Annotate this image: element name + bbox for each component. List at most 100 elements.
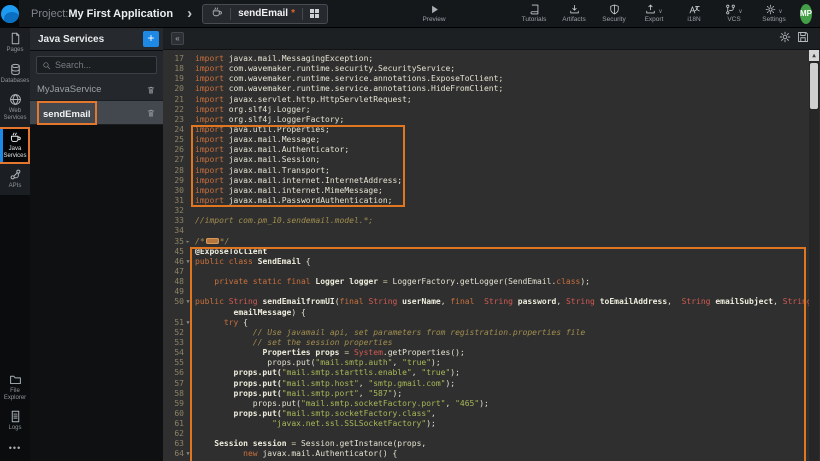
code-line[interactable]: 48 private static final Logger logger = … (163, 277, 808, 287)
code-line[interactable]: 25import javax.mail.Message; (163, 135, 808, 145)
grid-icon[interactable] (310, 9, 319, 18)
code-line[interactable]: 46▼public class SendEmail { (163, 257, 808, 267)
code-line[interactable]: 55 props.put("mail.smtp.auth", "true"); (163, 358, 808, 368)
code-line[interactable]: 52 // Use javamail api, set parameters f… (163, 328, 808, 338)
search-box[interactable] (36, 56, 157, 74)
sidebar-item-web-services[interactable]: Web Services (0, 89, 30, 126)
code-text: props.put("mail.smtp.host", "smtp.gmail.… (192, 379, 455, 389)
code-line[interactable]: 22import org.slf4j.Logger; (163, 105, 808, 115)
artifacts-button[interactable]: Artifacts (554, 0, 594, 28)
export-button[interactable]: ∨Export (634, 0, 674, 28)
service-item-sendemail[interactable]: sendEmail (30, 101, 163, 125)
preview-button[interactable]: Preview (414, 0, 454, 28)
editor-toolbar: « (163, 28, 820, 50)
code-line[interactable]: 26import javax.mail.Authenticator; (163, 145, 808, 155)
code-line[interactable]: 23import org.slf4j.LoggerFactory; (163, 115, 808, 125)
sidebar-item-apis[interactable]: APIs (0, 164, 30, 195)
sidebar-item-logs[interactable]: Logs (0, 406, 30, 437)
code-area[interactable]: 17import javax.mail.MessagingException;1… (163, 50, 820, 461)
fold-marker-icon[interactable]: ▼ (184, 449, 192, 459)
service-item-myjavaservice[interactable]: MyJavaService (30, 79, 163, 101)
fold-gutter (184, 348, 192, 358)
fold-marker-icon[interactable]: ► (184, 237, 192, 247)
code-line[interactable]: 60 props.put("mail.smtp.socketFactory.cl… (163, 409, 808, 419)
code-line[interactable]: 54 Properties props = System.getProperti… (163, 348, 808, 358)
code-text: props.put("mail.smtp.socketFactory.port"… (192, 399, 489, 409)
sidebar-item-java-services[interactable]: Java Services (0, 127, 30, 164)
sidebar-item-databases[interactable]: Databases (0, 59, 30, 90)
code-line[interactable]: 56 props.put("mail.smtp.starttls.enable"… (163, 368, 808, 378)
editor-settings-button[interactable] (776, 30, 794, 48)
app-logo[interactable] (0, 0, 19, 28)
code-text: import org.slf4j.Logger; (192, 105, 311, 115)
fold-gutter (184, 176, 192, 186)
wavemaker-logo-icon (1, 5, 19, 23)
code-line[interactable]: 62 (163, 429, 808, 439)
save-button[interactable] (794, 30, 812, 48)
line-number: 26 (163, 145, 184, 155)
security-button[interactable]: Security (594, 0, 634, 28)
scroll-up-arrow[interactable]: ▲ (809, 50, 819, 61)
folded-code-badge[interactable] (206, 238, 219, 244)
code-line[interactable]: 59 props.put("mail.smtp.socketFactory.po… (163, 399, 808, 409)
trash-icon[interactable] (146, 108, 156, 118)
tab-sendemail[interactable]: sendEmail * (202, 4, 328, 24)
sidebar-item-pages[interactable]: Pages (0, 28, 30, 59)
code-line[interactable]: 31import javax.mail.PasswordAuthenticati… (163, 196, 808, 206)
user-avatar[interactable]: MP (800, 4, 812, 24)
fold-marker-icon[interactable]: ▼ (184, 297, 192, 307)
code-line[interactable]: emailMessage) { (163, 308, 808, 318)
code-line[interactable]: 18import com.wavemaker.runtime.security.… (163, 64, 808, 74)
tutorials-button[interactable]: Tutorials (514, 0, 554, 28)
code-line[interactable]: 34 (163, 226, 808, 236)
fold-marker-icon[interactable]: ▼ (184, 318, 192, 328)
book-icon (529, 4, 540, 15)
add-service-button[interactable]: + (143, 31, 159, 47)
code-line[interactable]: 28import javax.mail.Transport; (163, 166, 808, 176)
code-line[interactable]: 53 // set the session properties (163, 338, 808, 348)
code-line[interactable]: 20import com.wavemaker.runtime.service.a… (163, 84, 808, 94)
fold-gutter (184, 125, 192, 135)
code-line[interactable]: 24import java.util.Properties; (163, 125, 808, 135)
project-name[interactable]: My First Application (68, 8, 173, 20)
vcs-button[interactable]: ∨VCS (714, 0, 754, 28)
fold-marker-icon[interactable]: ▼ (184, 257, 192, 267)
code-line[interactable]: 63 Session session = Session.getInstance… (163, 439, 808, 449)
code-line[interactable]: 19import com.wavemaker.runtime.service.a… (163, 74, 808, 84)
code-line[interactable]: 58 props.put("mail.smtp.port", "587"); (163, 389, 808, 399)
editor-scrollbar[interactable]: ▲ (809, 50, 819, 461)
code-line[interactable]: 57 props.put("mail.smtp.host", "smtp.gma… (163, 379, 808, 389)
code-line[interactable]: 49 (163, 287, 808, 297)
search-input[interactable] (55, 60, 145, 70)
code-line[interactable]: 47 (163, 267, 808, 277)
sidebar-item-file-explorer[interactable]: File Explorer (0, 369, 30, 406)
code-line[interactable]: 32 (163, 206, 808, 216)
line-number: 20 (163, 84, 184, 94)
code-line[interactable]: 45@ExposeToClient (163, 247, 808, 257)
scrollbar-thumb[interactable] (810, 63, 818, 109)
api-icon (9, 168, 22, 181)
shield-icon (609, 4, 620, 15)
fold-gutter (184, 247, 192, 257)
code-line[interactable]: 64▼ new javax.mail.Authenticator() { (163, 449, 808, 459)
settings-button[interactable]: ∨Settings (754, 0, 794, 28)
fold-gutter (184, 196, 192, 206)
code-line[interactable]: 50▼public String sendEmailfromUI(final S… (163, 297, 808, 307)
i18n-button[interactable]: i18N (674, 0, 714, 28)
code-line[interactable]: 33//import com.pm_10.sendemail.model.*; (163, 216, 808, 226)
code-line[interactable]: 27import javax.mail.Session; (163, 155, 808, 165)
code-line[interactable]: 17import javax.mail.MessagingException; (163, 54, 808, 64)
sidebar-item-label: Web Services (0, 108, 30, 121)
left-nav-rail: PagesDatabases Web Services Java ServicesA… (0, 28, 30, 461)
code-line[interactable]: 30import javax.mail.internet.MimeMessage… (163, 186, 808, 196)
trash-icon[interactable] (146, 85, 156, 95)
fold-gutter (184, 206, 192, 216)
more-options-button[interactable]: ••• (0, 437, 30, 459)
code-line[interactable]: 61 "javax.net.ssl.SSLSocketFactory"); (163, 419, 808, 429)
action-label: i18N (687, 16, 700, 23)
code-line[interactable]: 35►/**/ (163, 237, 808, 247)
code-line[interactable]: 51▼ try { (163, 318, 808, 328)
code-line[interactable]: 29import javax.mail.internet.InternetAdd… (163, 176, 808, 186)
collapse-panel-button[interactable]: « (171, 32, 184, 45)
code-line[interactable]: 21import javax.servlet.http.HttpServletR… (163, 95, 808, 105)
